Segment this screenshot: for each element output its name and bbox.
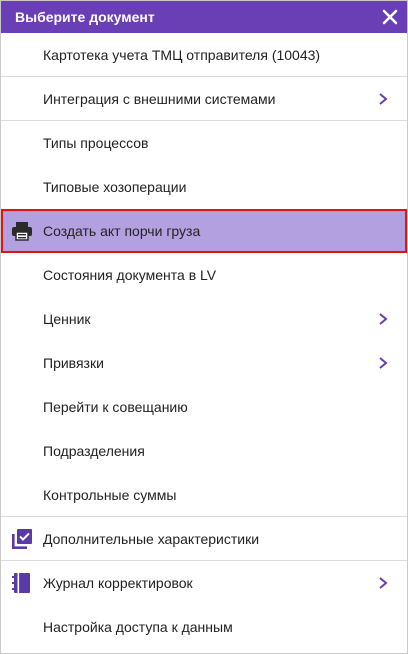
menu-item-process-types[interactable]: Типы процессов [1,121,407,165]
menu-item-departments[interactable]: Подразделения [1,429,407,473]
menu-item-bindings[interactable]: Привязки [1,341,407,385]
menu-item-label: Подразделения [43,443,145,459]
menu-item-data-access-settings[interactable]: Настройка доступа к данным [1,605,407,649]
menu-item-label: Картотека учета ТМЦ отправителя (10043) [43,46,321,63]
close-button[interactable] [379,6,401,28]
chevron-right-icon [377,313,389,325]
checklist-icon [11,528,33,550]
menu-item-additional-characteristics[interactable]: Дополнительные характеристики [1,517,407,561]
document-picker-dialog: Выберите документ Картотека учета ТМЦ от… [0,0,408,654]
menu-item-price-tag[interactable]: Ценник [1,297,407,341]
menu-item-create-damage-act[interactable]: Создать акт порчи груза [1,209,407,253]
menu-item-label: Перейти к совещанию [43,399,188,415]
menu-list: Картотека учета ТМЦ отправителя (10043) … [1,33,407,649]
journal-icon [11,572,33,594]
menu-item-label: Настройка доступа к данным [43,619,233,635]
menu-item-correction-journal[interactable]: Журнал корректировок [1,561,407,605]
menu-item-label: Контрольные суммы [43,486,177,503]
menu-item-standard-operations[interactable]: Типовые хозоперации [1,165,407,209]
menu-item-external-integration[interactable]: Интеграция с внешними системами [1,77,407,121]
menu-item-sender-card-file[interactable]: Картотека учета ТМЦ отправителя (10043) [1,33,407,77]
chevron-right-icon [377,92,389,105]
dialog-header: Выберите документ [1,1,407,33]
menu-item-label: Состояния документа в LV [43,267,217,283]
menu-item-label: Интеграция с внешними системами [43,90,276,107]
menu-item-document-states-lv[interactable]: Состояния документа в LV [1,253,407,297]
menu-item-label: Типовые хозоперации [43,179,187,195]
printer-icon [11,220,33,242]
menu-item-label: Создать акт порчи груза [43,223,201,239]
menu-item-checksums[interactable]: Контрольные суммы [1,473,407,517]
menu-item-label: Дополнительные характеристики [43,530,260,547]
menu-item-go-to-meeting[interactable]: Перейти к совещанию [1,385,407,429]
menu-item-label: Ценник [43,311,91,327]
chevron-right-icon [377,577,389,589]
menu-item-label: Журнал корректировок [43,575,193,591]
close-icon [382,9,398,25]
dialog-title: Выберите документ [15,9,155,25]
menu-item-label: Типы процессов [43,135,149,151]
menu-item-label: Привязки [43,355,104,371]
chevron-right-icon [377,357,389,369]
